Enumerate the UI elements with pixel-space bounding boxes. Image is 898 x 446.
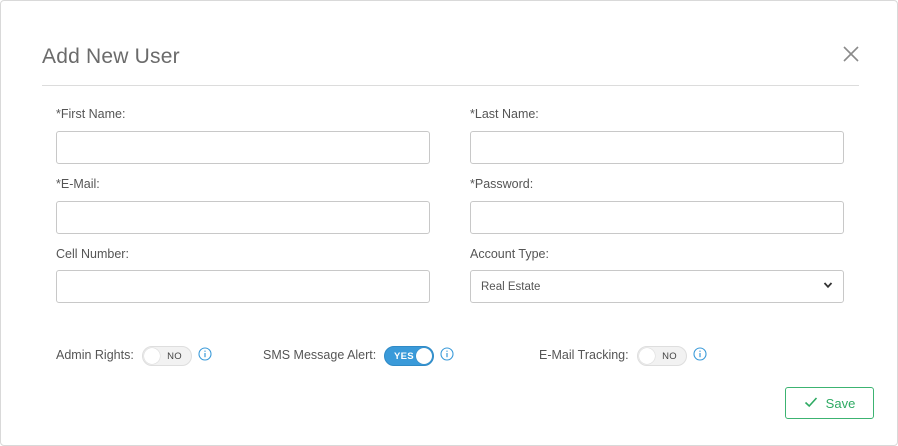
chevron-down-icon xyxy=(823,280,833,293)
save-button-label: Save xyxy=(825,395,856,411)
close-icon[interactable] xyxy=(840,43,862,65)
email-tracking-state: NO xyxy=(662,351,677,362)
account-type-label: Account Type: xyxy=(470,247,549,261)
sms-alert-toggle[interactable]: YES xyxy=(384,346,434,366)
sms-alert-label: SMS Message Alert: xyxy=(263,348,377,362)
first-name-label: *First Name: xyxy=(56,107,126,121)
account-type-select[interactable]: Real Estate xyxy=(470,270,844,303)
admin-rights-state: NO xyxy=(167,351,182,362)
email-tracking-toggle[interactable]: NO xyxy=(637,346,687,366)
first-name-input[interactable] xyxy=(56,131,430,164)
last-name-label: *Last Name: xyxy=(470,107,539,121)
toggle-knob xyxy=(144,348,160,364)
info-icon[interactable] xyxy=(693,347,707,361)
account-type-value: Real Estate xyxy=(481,280,541,293)
email-tracking-label: E-Mail Tracking: xyxy=(539,348,629,362)
cell-number-label: Cell Number: xyxy=(56,247,129,261)
email-input[interactable] xyxy=(56,201,430,234)
info-icon[interactable] xyxy=(198,347,212,361)
title-divider xyxy=(42,85,859,86)
save-button[interactable]: Save xyxy=(785,387,874,419)
admin-rights-toggle[interactable]: NO xyxy=(142,346,192,366)
password-label: *Password: xyxy=(470,177,534,191)
last-name-input[interactable] xyxy=(470,131,844,164)
check-icon xyxy=(804,395,818,412)
toggle-knob xyxy=(416,348,432,364)
admin-rights-label: Admin Rights: xyxy=(56,348,134,362)
sms-alert-state: YES xyxy=(394,351,414,362)
modal-title: Add New User xyxy=(42,45,180,68)
info-icon[interactable] xyxy=(440,347,454,361)
toggle-knob xyxy=(639,348,655,364)
add-user-modal: Add New User *First Name: *Last Name: *E… xyxy=(0,0,898,446)
cell-number-input[interactable] xyxy=(56,270,430,303)
password-input[interactable] xyxy=(470,201,844,234)
email-label: *E-Mail: xyxy=(56,177,100,191)
